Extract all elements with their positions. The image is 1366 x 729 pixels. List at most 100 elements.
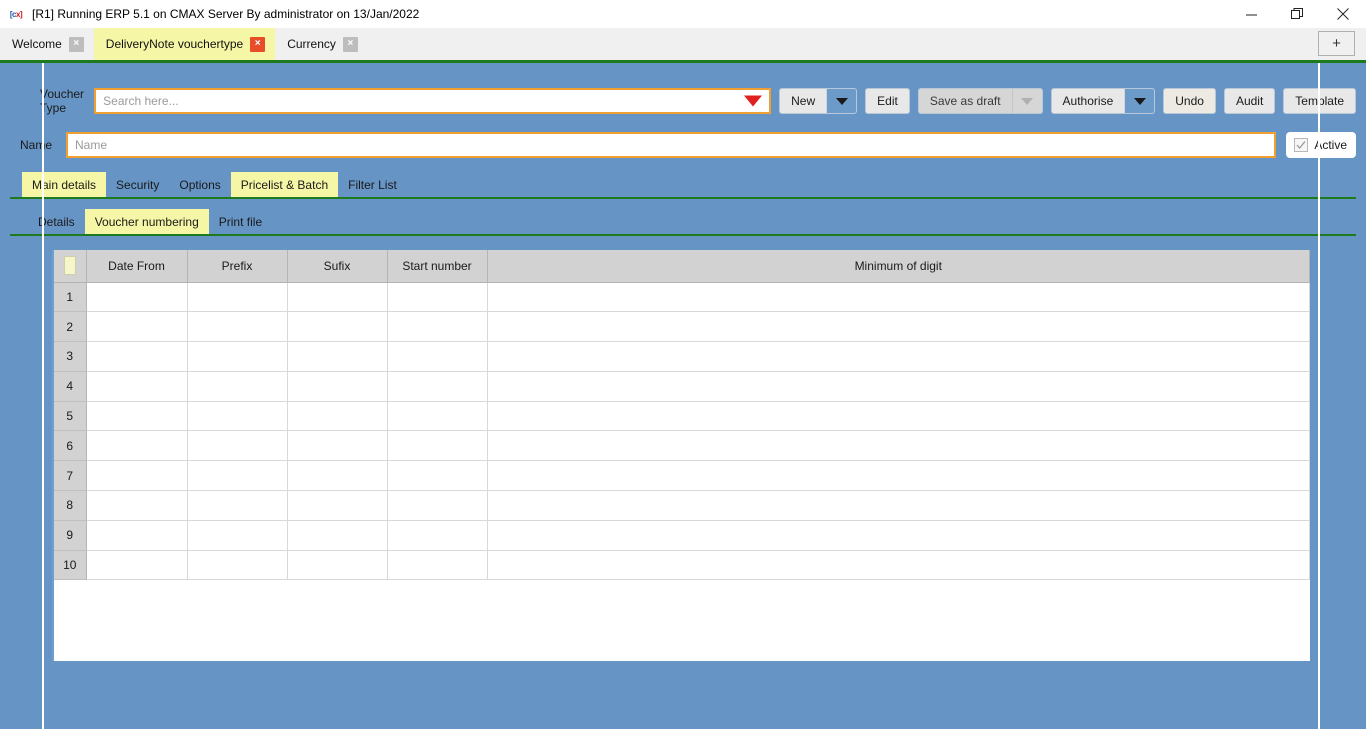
- row-number[interactable]: 1: [54, 282, 86, 312]
- row-number[interactable]: 8: [54, 491, 86, 521]
- cell-minimum-of-digit[interactable]: [487, 550, 1310, 580]
- tab-main-details[interactable]: Main details: [22, 172, 106, 197]
- cell-sufix[interactable]: [287, 401, 387, 431]
- new-tab-button[interactable]: +: [1318, 31, 1355, 56]
- table-row[interactable]: 4: [54, 371, 1310, 401]
- cell-sufix[interactable]: [287, 312, 387, 342]
- table-row[interactable]: 7: [54, 461, 1310, 491]
- table-row[interactable]: 8: [54, 491, 1310, 521]
- cell-start-number[interactable]: [387, 312, 487, 342]
- grid-col-date-from[interactable]: Date From: [86, 250, 187, 282]
- cell-sufix[interactable]: [287, 491, 387, 521]
- dropdown-arrow-icon[interactable]: [744, 96, 762, 107]
- chevron-down-icon[interactable]: [826, 89, 856, 113]
- cell-date-from[interactable]: [86, 520, 187, 550]
- cell-sufix[interactable]: [287, 282, 387, 312]
- tab-voucher-numbering[interactable]: Voucher numbering: [85, 209, 209, 234]
- tab-deliverynote-vouchertype[interactable]: DeliveryNote vouchertype ×: [94, 28, 275, 60]
- row-number[interactable]: 3: [54, 342, 86, 372]
- cell-minimum-of-digit[interactable]: [487, 520, 1310, 550]
- restore-icon[interactable]: [1274, 0, 1320, 28]
- row-number[interactable]: 2: [54, 312, 86, 342]
- cell-start-number[interactable]: [387, 342, 487, 372]
- cell-date-from[interactable]: [86, 342, 187, 372]
- grid-col-prefix[interactable]: Prefix: [187, 250, 287, 282]
- cell-minimum-of-digit[interactable]: [487, 431, 1310, 461]
- cell-sufix[interactable]: [287, 431, 387, 461]
- tab-currency[interactable]: Currency ×: [275, 28, 368, 60]
- row-number[interactable]: 4: [54, 371, 86, 401]
- table-row[interactable]: 10: [54, 550, 1310, 580]
- tab-welcome[interactable]: Welcome ×: [0, 28, 94, 60]
- cell-prefix[interactable]: [187, 431, 287, 461]
- grid-select-all-header[interactable]: [54, 250, 86, 282]
- cell-minimum-of-digit[interactable]: [487, 342, 1310, 372]
- tab-security[interactable]: Security: [106, 172, 169, 197]
- active-checkbox-group[interactable]: Active: [1286, 132, 1356, 158]
- row-number[interactable]: 10: [54, 550, 86, 580]
- grid-col-start-number[interactable]: Start number: [387, 250, 487, 282]
- tab-filter-list[interactable]: Filter List: [338, 172, 407, 197]
- edit-button[interactable]: Edit: [865, 88, 910, 114]
- cell-minimum-of-digit[interactable]: [487, 461, 1310, 491]
- cell-date-from[interactable]: [86, 431, 187, 461]
- row-number[interactable]: 5: [54, 401, 86, 431]
- cell-date-from[interactable]: [86, 401, 187, 431]
- cell-prefix[interactable]: [187, 282, 287, 312]
- cell-minimum-of-digit[interactable]: [487, 312, 1310, 342]
- name-input[interactable]: [66, 132, 1276, 158]
- cell-start-number[interactable]: [387, 401, 487, 431]
- cell-date-from[interactable]: [86, 312, 187, 342]
- close-icon[interactable]: [1320, 0, 1366, 28]
- tab-details[interactable]: Details: [28, 209, 85, 234]
- grid-col-sufix[interactable]: Sufix: [287, 250, 387, 282]
- cell-date-from[interactable]: [86, 461, 187, 491]
- save-as-draft-button[interactable]: Save as draft: [918, 88, 1043, 114]
- cell-sufix[interactable]: [287, 461, 387, 491]
- undo-button[interactable]: Undo: [1163, 88, 1216, 114]
- minimize-icon[interactable]: [1228, 0, 1274, 28]
- cell-prefix[interactable]: [187, 491, 287, 521]
- cell-sufix[interactable]: [287, 550, 387, 580]
- search-input[interactable]: [94, 88, 771, 114]
- table-row[interactable]: 3: [54, 342, 1310, 372]
- table-row[interactable]: 9: [54, 520, 1310, 550]
- close-icon[interactable]: ×: [343, 37, 358, 52]
- tab-options[interactable]: Options: [169, 172, 230, 197]
- table-row[interactable]: 2: [54, 312, 1310, 342]
- cell-start-number[interactable]: [387, 461, 487, 491]
- row-number[interactable]: 6: [54, 431, 86, 461]
- cell-prefix[interactable]: [187, 312, 287, 342]
- cell-sufix[interactable]: [287, 520, 387, 550]
- chevron-down-icon[interactable]: [1012, 89, 1042, 113]
- cell-start-number[interactable]: [387, 520, 487, 550]
- checkbox-icon[interactable]: [1294, 138, 1308, 152]
- authorise-button[interactable]: Authorise: [1051, 88, 1156, 114]
- cell-prefix[interactable]: [187, 550, 287, 580]
- cell-start-number[interactable]: [387, 491, 487, 521]
- cell-minimum-of-digit[interactable]: [487, 371, 1310, 401]
- cell-start-number[interactable]: [387, 371, 487, 401]
- cell-prefix[interactable]: [187, 461, 287, 491]
- cell-date-from[interactable]: [86, 371, 187, 401]
- row-number[interactable]: 9: [54, 520, 86, 550]
- table-row[interactable]: 6: [54, 431, 1310, 461]
- table-row[interactable]: 5: [54, 401, 1310, 431]
- cell-date-from[interactable]: [86, 282, 187, 312]
- grid-col-minimum-of-digit[interactable]: Minimum of digit: [487, 250, 1310, 282]
- cell-prefix[interactable]: [187, 401, 287, 431]
- tab-pricelist-and-batch[interactable]: Pricelist & Batch: [231, 172, 338, 197]
- cell-start-number[interactable]: [387, 282, 487, 312]
- close-icon[interactable]: ×: [69, 37, 84, 52]
- cell-prefix[interactable]: [187, 520, 287, 550]
- cell-minimum-of-digit[interactable]: [487, 491, 1310, 521]
- cell-date-from[interactable]: [86, 491, 187, 521]
- cell-start-number[interactable]: [387, 431, 487, 461]
- chevron-down-icon[interactable]: [1124, 89, 1154, 113]
- cell-minimum-of-digit[interactable]: [487, 282, 1310, 312]
- cell-sufix[interactable]: [287, 342, 387, 372]
- cell-start-number[interactable]: [387, 550, 487, 580]
- cell-minimum-of-digit[interactable]: [487, 401, 1310, 431]
- cell-date-from[interactable]: [86, 550, 187, 580]
- cell-prefix[interactable]: [187, 342, 287, 372]
